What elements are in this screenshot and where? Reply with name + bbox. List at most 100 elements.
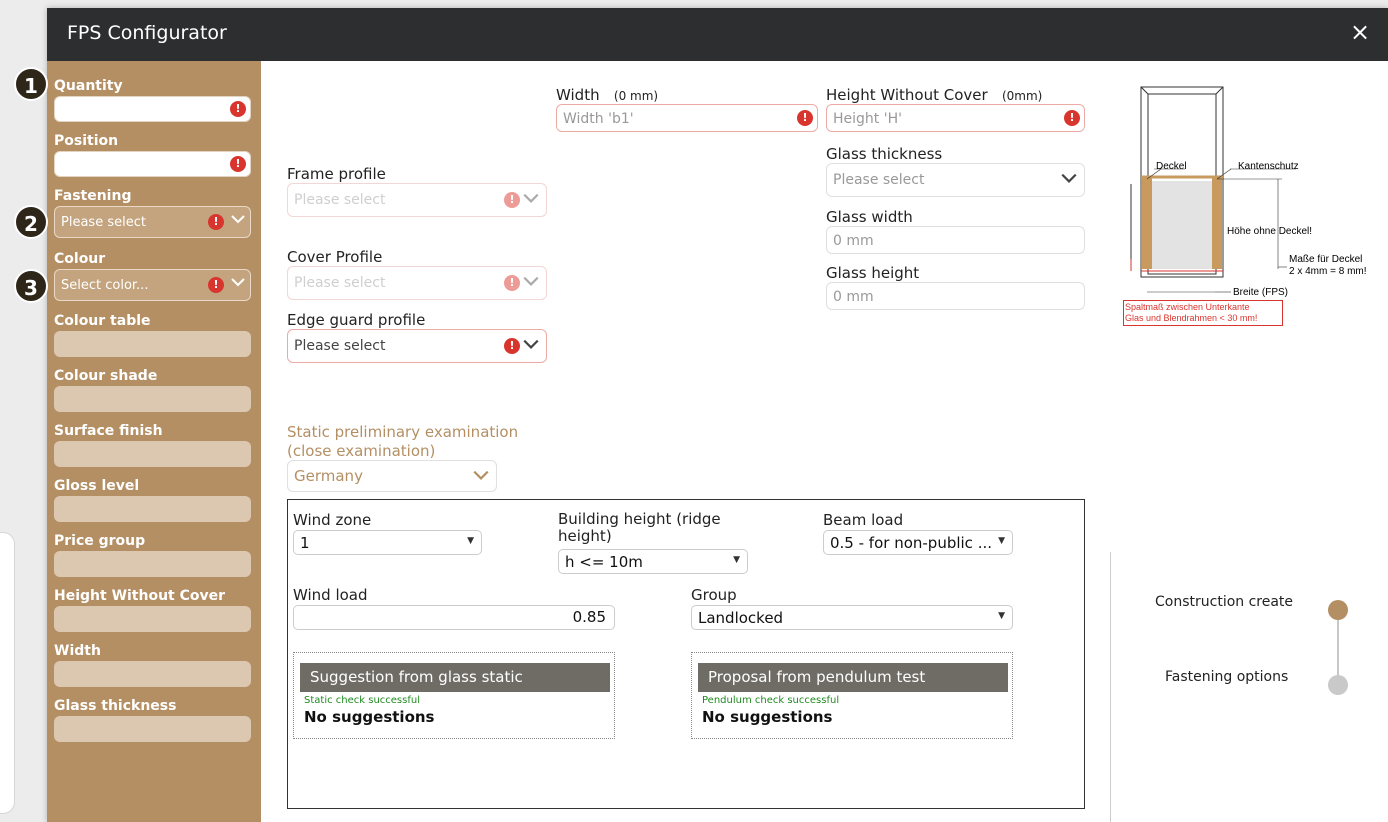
- hoehe-label: Höhe ohne Deckel!: [1227, 226, 1313, 237]
- glass-thickness-field-label: Glass thickness: [826, 145, 943, 163]
- glass-thickness-select[interactable]: Please select: [826, 163, 1085, 197]
- surface-finish-label: Surface finish: [54, 423, 163, 439]
- error-icon: !: [208, 277, 224, 293]
- glass-width-input[interactable]: 0 mm: [826, 226, 1085, 254]
- frame-profile-select[interactable]: Please select !: [287, 183, 547, 217]
- spaltmass-line-2: Glas und Blendrahmen < 30 mm!: [1125, 313, 1258, 323]
- chevron-down-icon: [1060, 169, 1078, 192]
- colour-shade-label: Colour shade: [54, 368, 158, 384]
- quantity-label: Quantity: [54, 78, 123, 94]
- deckel-label: Deckel: [1156, 161, 1187, 172]
- height-placeholder: Height 'H': [833, 111, 902, 127]
- chevron-down-icon: [522, 272, 540, 295]
- height-input[interactable]: Height 'H' !: [826, 104, 1085, 132]
- height-field-label-text: Height Without Cover: [826, 86, 988, 104]
- building-height-label: Building height (ridge height): [558, 510, 721, 545]
- edge-guard-placeholder: Please select: [294, 338, 386, 354]
- country-value: Germany: [294, 467, 363, 485]
- background-panel: [0, 532, 15, 814]
- error-icon: !: [797, 110, 813, 126]
- error-icon: !: [504, 338, 520, 354]
- width-input[interactable]: Width 'b1' !: [556, 104, 818, 132]
- pendulum-check-status: Pendulum check successful: [702, 695, 840, 706]
- colour-table-field[interactable]: [54, 331, 251, 357]
- spaltmass-note: Spaltmaß zwischen Unterkante Glas und Bl…: [1123, 300, 1283, 326]
- step-dot-inactive[interactable]: [1328, 675, 1348, 695]
- group-select[interactable]: Landlocked ▼: [691, 605, 1013, 630]
- gloss-level-label: Gloss level: [54, 478, 140, 494]
- building-height-value: h <= 10m: [565, 553, 643, 571]
- wind-zone-select[interactable]: 1 ▼: [293, 530, 482, 555]
- glass-thickness-field[interactable]: [54, 716, 251, 742]
- static-check-status: Static check successful: [304, 695, 420, 706]
- cover-profile-select[interactable]: Please select !: [287, 266, 547, 300]
- width-field-label: Width (0 mm): [556, 86, 658, 104]
- glass-height-input[interactable]: 0 mm: [826, 282, 1085, 310]
- gloss-level-field[interactable]: [54, 496, 251, 522]
- width-field-label-text: Width: [556, 86, 600, 104]
- glass-static-header: Suggestion from glass static: [300, 663, 610, 692]
- glass-thickness-placeholder: Please select: [833, 172, 925, 188]
- step-badge-1: 1: [14, 67, 48, 101]
- group-label: Group: [691, 586, 737, 604]
- fastening-select[interactable]: Please select !: [54, 206, 251, 238]
- step-fastening-options[interactable]: Fastening options: [1165, 669, 1288, 685]
- position-input[interactable]: !: [54, 151, 251, 177]
- glass-width-label: Glass width: [826, 208, 913, 226]
- cover-profile-label: Cover Profile: [287, 248, 383, 266]
- pendulum-header: Proposal from pendulum test: [698, 663, 1008, 692]
- error-icon: !: [504, 192, 520, 208]
- group-value: Landlocked: [698, 609, 784, 627]
- pendulum-result: No suggestions: [702, 708, 833, 726]
- error-icon: !: [230, 156, 246, 172]
- glass-width-value: 0 mm: [833, 233, 874, 249]
- beam-load-select[interactable]: 0.5 - for non-public ... ▼: [823, 530, 1013, 555]
- price-group-field[interactable]: [54, 551, 251, 577]
- colour-select[interactable]: Select color... !: [54, 269, 251, 301]
- kantenschutz-label: Kantenschutz: [1238, 161, 1299, 172]
- spaltmass-line-1: Spaltmaß zwischen Unterkante: [1125, 302, 1250, 312]
- close-icon[interactable]: ×: [1346, 18, 1374, 46]
- colour-label: Colour: [54, 251, 106, 267]
- country-select[interactable]: Germany: [287, 460, 497, 492]
- price-group-label: Price group: [54, 533, 146, 549]
- chevron-down-icon: [230, 211, 246, 231]
- step-construction-create[interactable]: Construction create: [1155, 594, 1293, 610]
- colour-value: Select color...: [61, 278, 149, 293]
- error-icon: !: [230, 101, 246, 117]
- position-label: Position: [54, 133, 119, 149]
- frame-profile-label: Frame profile: [287, 165, 386, 183]
- error-icon: !: [208, 214, 224, 230]
- quantity-input[interactable]: !: [54, 96, 251, 122]
- steps-divider: [1110, 552, 1111, 822]
- width-field[interactable]: [54, 661, 251, 687]
- static-result: No suggestions: [304, 708, 435, 726]
- height-without-cover-field[interactable]: [54, 606, 251, 632]
- fastening-label: Fastening: [54, 188, 132, 204]
- edge-guard-profile-select[interactable]: Please select !: [287, 329, 547, 363]
- height-unit: (0mm): [1001, 89, 1043, 103]
- title-bar: FPS Configurator ×: [47, 8, 1388, 61]
- surface-finish-field[interactable]: [54, 441, 251, 467]
- height-without-cover-label: Height Without Cover: [54, 588, 226, 604]
- width-unit: (0 mm): [613, 89, 659, 103]
- breite-label: Breite (FPS): [1233, 287, 1289, 298]
- width-label: Width: [54, 643, 101, 659]
- height-field-label: Height Without Cover (0mm): [826, 86, 1042, 104]
- colour-shade-field[interactable]: [54, 386, 251, 412]
- chevron-down-icon: [522, 189, 540, 212]
- edge-guard-profile-label: Edge guard profile: [287, 311, 426, 329]
- step-badge-2: 2: [14, 205, 48, 239]
- glass-height-label: Glass height: [826, 264, 920, 282]
- pendulum-test-proposal: Proposal from pendulum test Pendulum che…: [691, 652, 1013, 739]
- wind-load-label: Wind load: [293, 586, 368, 604]
- cover-profile-placeholder: Please select: [294, 275, 386, 291]
- wind-load-input[interactable]: 0.85: [293, 605, 615, 630]
- chevron-down-icon: [472, 466, 490, 489]
- fps-diagram: Deckel Kantenschutz Höhe ohne Deckel! Ma…: [1121, 83, 1373, 333]
- dropdown-arrow-icon: ▼: [998, 536, 1005, 546]
- dialog-title: FPS Configurator: [67, 22, 227, 44]
- building-height-select[interactable]: h <= 10m ▼: [558, 549, 748, 574]
- step-dot-active[interactable]: [1328, 600, 1348, 620]
- chevron-down-icon: [230, 274, 246, 294]
